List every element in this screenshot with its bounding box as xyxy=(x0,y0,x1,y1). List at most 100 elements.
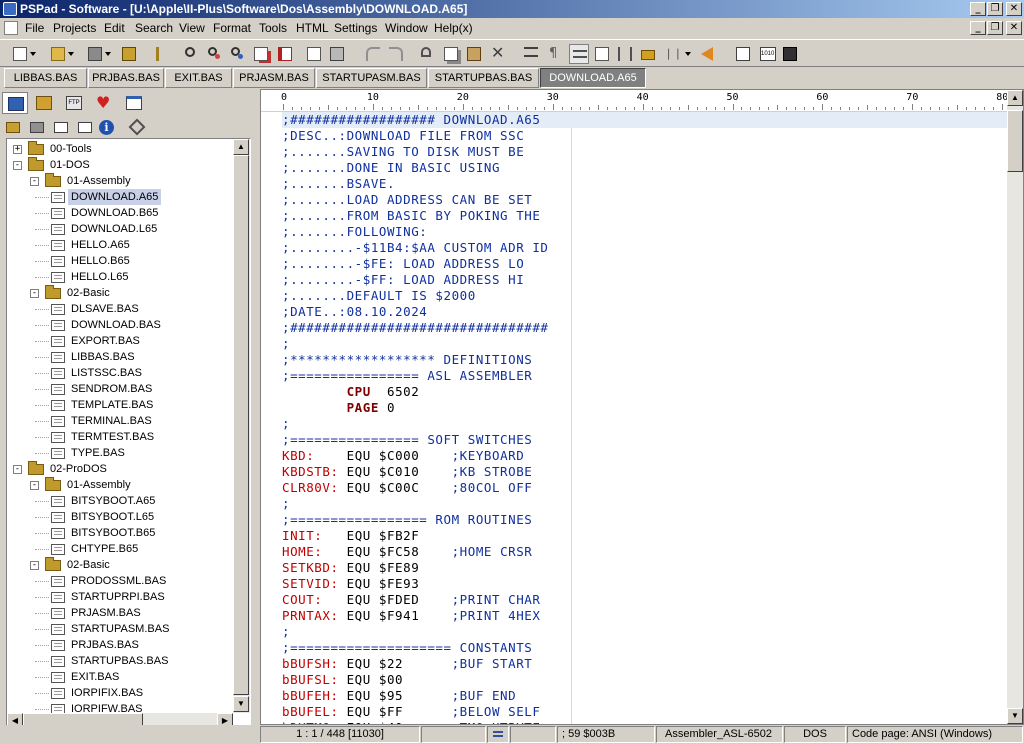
tree-folder[interactable]: - 01-DOS xyxy=(7,157,232,173)
tree-folder[interactable]: - 02-ProDOS xyxy=(7,461,232,477)
tree-file[interactable]: EXPORT.BAS xyxy=(7,333,232,349)
tree-file[interactable]: STARTUPRPI.BAS xyxy=(7,589,232,605)
tree-file[interactable]: BITSYBOOT.A65 xyxy=(7,493,232,509)
dropdown-arrow-icon[interactable] xyxy=(683,44,693,64)
dropdown-arrow-icon[interactable] xyxy=(28,44,38,64)
code-line[interactable]: ;.......FOLLOWING: xyxy=(282,224,1010,240)
expand-icon[interactable]: + xyxy=(13,145,22,154)
tree-file[interactable]: TERMINAL.BAS xyxy=(7,413,232,429)
bookmark-icon[interactable]: ❘❘ xyxy=(661,44,682,64)
code-page[interactable]: Code page: ANSI (Windows) xyxy=(847,726,1023,743)
code-line[interactable]: ;DATE..:08.10.2024 xyxy=(282,304,1010,320)
add-files-icon[interactable] xyxy=(4,119,22,137)
code-line[interactable]: ;================ SOFT SWITCHES xyxy=(282,432,1010,448)
code-line[interactable]: ;DESC..:DOWNLOAD FILE FROM SSC xyxy=(282,128,1010,144)
tree-file[interactable]: TYPE.BAS xyxy=(7,445,232,461)
dropdown-arrow-icon[interactable] xyxy=(66,44,76,64)
code-line[interactable]: CPU 6502 xyxy=(282,384,1010,400)
code-area[interactable]: ;################## DOWNLOAD.A65 ;DESC..:… xyxy=(282,112,1010,724)
scroll-down-icon[interactable]: ▼ xyxy=(1007,708,1023,724)
ftp-tab-icon[interactable]: FTP xyxy=(61,92,87,114)
folder-tab-icon[interactable] xyxy=(31,92,57,114)
save-all-icon[interactable] xyxy=(119,44,139,64)
code-line[interactable]: COUT: EQU $FDED ;PRINT CHAR xyxy=(282,592,1010,608)
scroll-down-icon[interactable]: ▼ xyxy=(233,696,249,712)
code-line[interactable]: ;.......FROM BASIC BY POKING THE xyxy=(282,208,1010,224)
hex-edit-icon[interactable]: 1010 xyxy=(757,44,777,64)
preview-icon[interactable] xyxy=(275,44,295,64)
tree-file[interactable]: PRODOSSML.BAS xyxy=(7,573,232,589)
code-line[interactable]: ;.......LOAD ADDRESS CAN BE SET xyxy=(282,192,1010,208)
menu-search[interactable]: Search xyxy=(135,21,173,35)
tree-file[interactable]: TEMPLATE.BAS xyxy=(7,397,232,413)
scroll-up-icon[interactable]: ▲ xyxy=(1007,90,1023,106)
tree-file[interactable]: DLSAVE.BAS xyxy=(7,301,232,317)
code-line[interactable]: ;.......DEFAULT IS $2000 xyxy=(282,288,1010,304)
tree-file[interactable]: HELLO.L65 xyxy=(7,269,232,285)
code-line[interactable]: bBUFSL: EQU $00 xyxy=(282,672,1010,688)
menu-help[interactable]: Help(x) xyxy=(434,21,473,35)
tree-file[interactable]: BITSYBOOT.L65 xyxy=(7,509,232,525)
tree-file[interactable]: PRJBAS.BAS xyxy=(7,637,232,653)
code-line[interactable]: ; xyxy=(282,496,1010,512)
collapse-icon[interactable]: - xyxy=(30,481,39,490)
undo-icon[interactable] xyxy=(363,44,383,64)
tree-file[interactable]: CHTYPE.B65 xyxy=(7,541,232,557)
tree-file[interactable]: DOWNLOAD.A65 xyxy=(7,189,232,205)
line-ending-format[interactable]: DOS xyxy=(784,726,846,743)
code-line[interactable]: SETKBD: EQU $FE89 xyxy=(282,560,1010,576)
code-line[interactable]: PAGE 0 xyxy=(282,400,1010,416)
tree-folder[interactable]: - 01-Assembly xyxy=(7,477,232,493)
tree-file[interactable]: LIBBAS.BAS xyxy=(7,349,232,365)
code-line[interactable]: SETVID: EQU $FE93 xyxy=(282,576,1010,592)
scrollbar-thumb[interactable] xyxy=(233,155,249,695)
info-icon[interactable]: i xyxy=(98,119,116,137)
tree-file[interactable]: HELLO.A65 xyxy=(7,237,232,253)
code-line[interactable]: ;........-$FF: LOAD ADDRESS HI xyxy=(282,272,1010,288)
collapse-icon[interactable]: - xyxy=(13,161,22,170)
code-line[interactable]: ;****************** DEFINITIONS xyxy=(282,352,1010,368)
read-only-lock-icon[interactable] xyxy=(638,44,658,64)
syntax-highlighter[interactable]: Assembler_ASL-6502 xyxy=(656,726,783,743)
collapse-icon[interactable]: - xyxy=(30,289,39,298)
tree-folder[interactable]: +00-Tools xyxy=(7,141,232,157)
code-line[interactable]: ; xyxy=(282,624,1010,640)
menu-edit[interactable]: Edit xyxy=(104,21,125,35)
settings-icon[interactable] xyxy=(128,118,146,137)
new-file-icon[interactable] xyxy=(10,44,30,64)
doc-restore-button[interactable]: ❐ xyxy=(987,21,1003,35)
code-line[interactable]: ; xyxy=(282,336,1010,352)
tree-file[interactable]: STARTUPASM.BAS xyxy=(7,621,232,637)
code-line[interactable]: ;.......DONE IN BASIC USING xyxy=(282,160,1010,176)
code-line[interactable]: HOME: EQU $FC58 ;HOME CRSR xyxy=(282,544,1010,560)
file-tab[interactable]: STARTUPASM.BAS xyxy=(316,68,427,88)
collapse-icon[interactable]: - xyxy=(13,465,22,474)
code-editor[interactable]: 0 10 20 30 40 50 60 70 80 ;################## DO… xyxy=(260,89,1024,725)
editor-vertical-scrollbar[interactable]: ▲ ▼ xyxy=(1007,90,1023,724)
open-folder-icon[interactable] xyxy=(48,44,68,64)
file-tab-active[interactable]: DOWNLOAD.A65 xyxy=(540,68,646,88)
search-replace-icon[interactable] xyxy=(205,44,225,64)
file-tab[interactable]: PRJBAS.BAS xyxy=(88,68,164,88)
console-icon[interactable] xyxy=(780,44,800,64)
collapse-icon[interactable]: - xyxy=(30,561,39,570)
zoom-preview-icon[interactable] xyxy=(304,44,324,64)
menu-format[interactable]: Format xyxy=(213,21,251,35)
redo-icon[interactable] xyxy=(386,44,406,64)
tree-file[interactable]: LISTSSC.BAS xyxy=(7,365,232,381)
tree-vertical-scrollbar[interactable]: ▲ ▼ xyxy=(233,139,250,713)
jump-icon[interactable] xyxy=(698,44,718,64)
menu-view[interactable]: View xyxy=(179,21,205,35)
run-icon[interactable] xyxy=(733,44,753,64)
print-icon[interactable] xyxy=(327,44,347,64)
menu-settings[interactable]: Settings xyxy=(334,21,377,35)
doc-minimize-button[interactable]: _ xyxy=(970,21,986,35)
tree-file[interactable]: TERMTEST.BAS xyxy=(7,429,232,445)
windows-tab-icon[interactable] xyxy=(121,92,147,114)
tree-file[interactable]: STARTUPBAS.BAS xyxy=(7,653,232,669)
doc-close-button[interactable]: ✕ xyxy=(1006,21,1022,35)
tree-file[interactable]: HELLO.B65 xyxy=(7,253,232,269)
project-tab-icon[interactable] xyxy=(2,92,28,114)
pspad-app-icon[interactable] xyxy=(3,2,17,16)
open-folder-icon[interactable] xyxy=(52,119,70,137)
